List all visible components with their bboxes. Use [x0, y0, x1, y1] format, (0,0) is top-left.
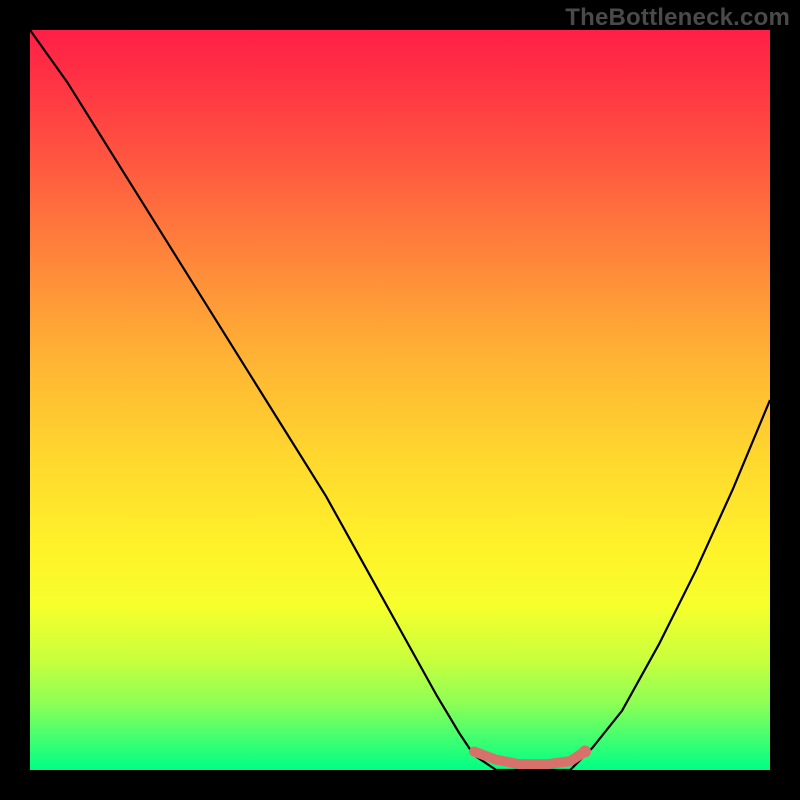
- plot-area: [30, 30, 770, 770]
- curve-layer: [30, 30, 770, 770]
- chart-canvas-outer: TheBottleneck.com: [0, 0, 800, 800]
- optimal-range-end-dot: [579, 746, 591, 758]
- optimal-range-marker: [474, 752, 585, 765]
- watermark-text: TheBottleneck.com: [565, 4, 790, 32]
- bottleneck-curve: [30, 30, 770, 770]
